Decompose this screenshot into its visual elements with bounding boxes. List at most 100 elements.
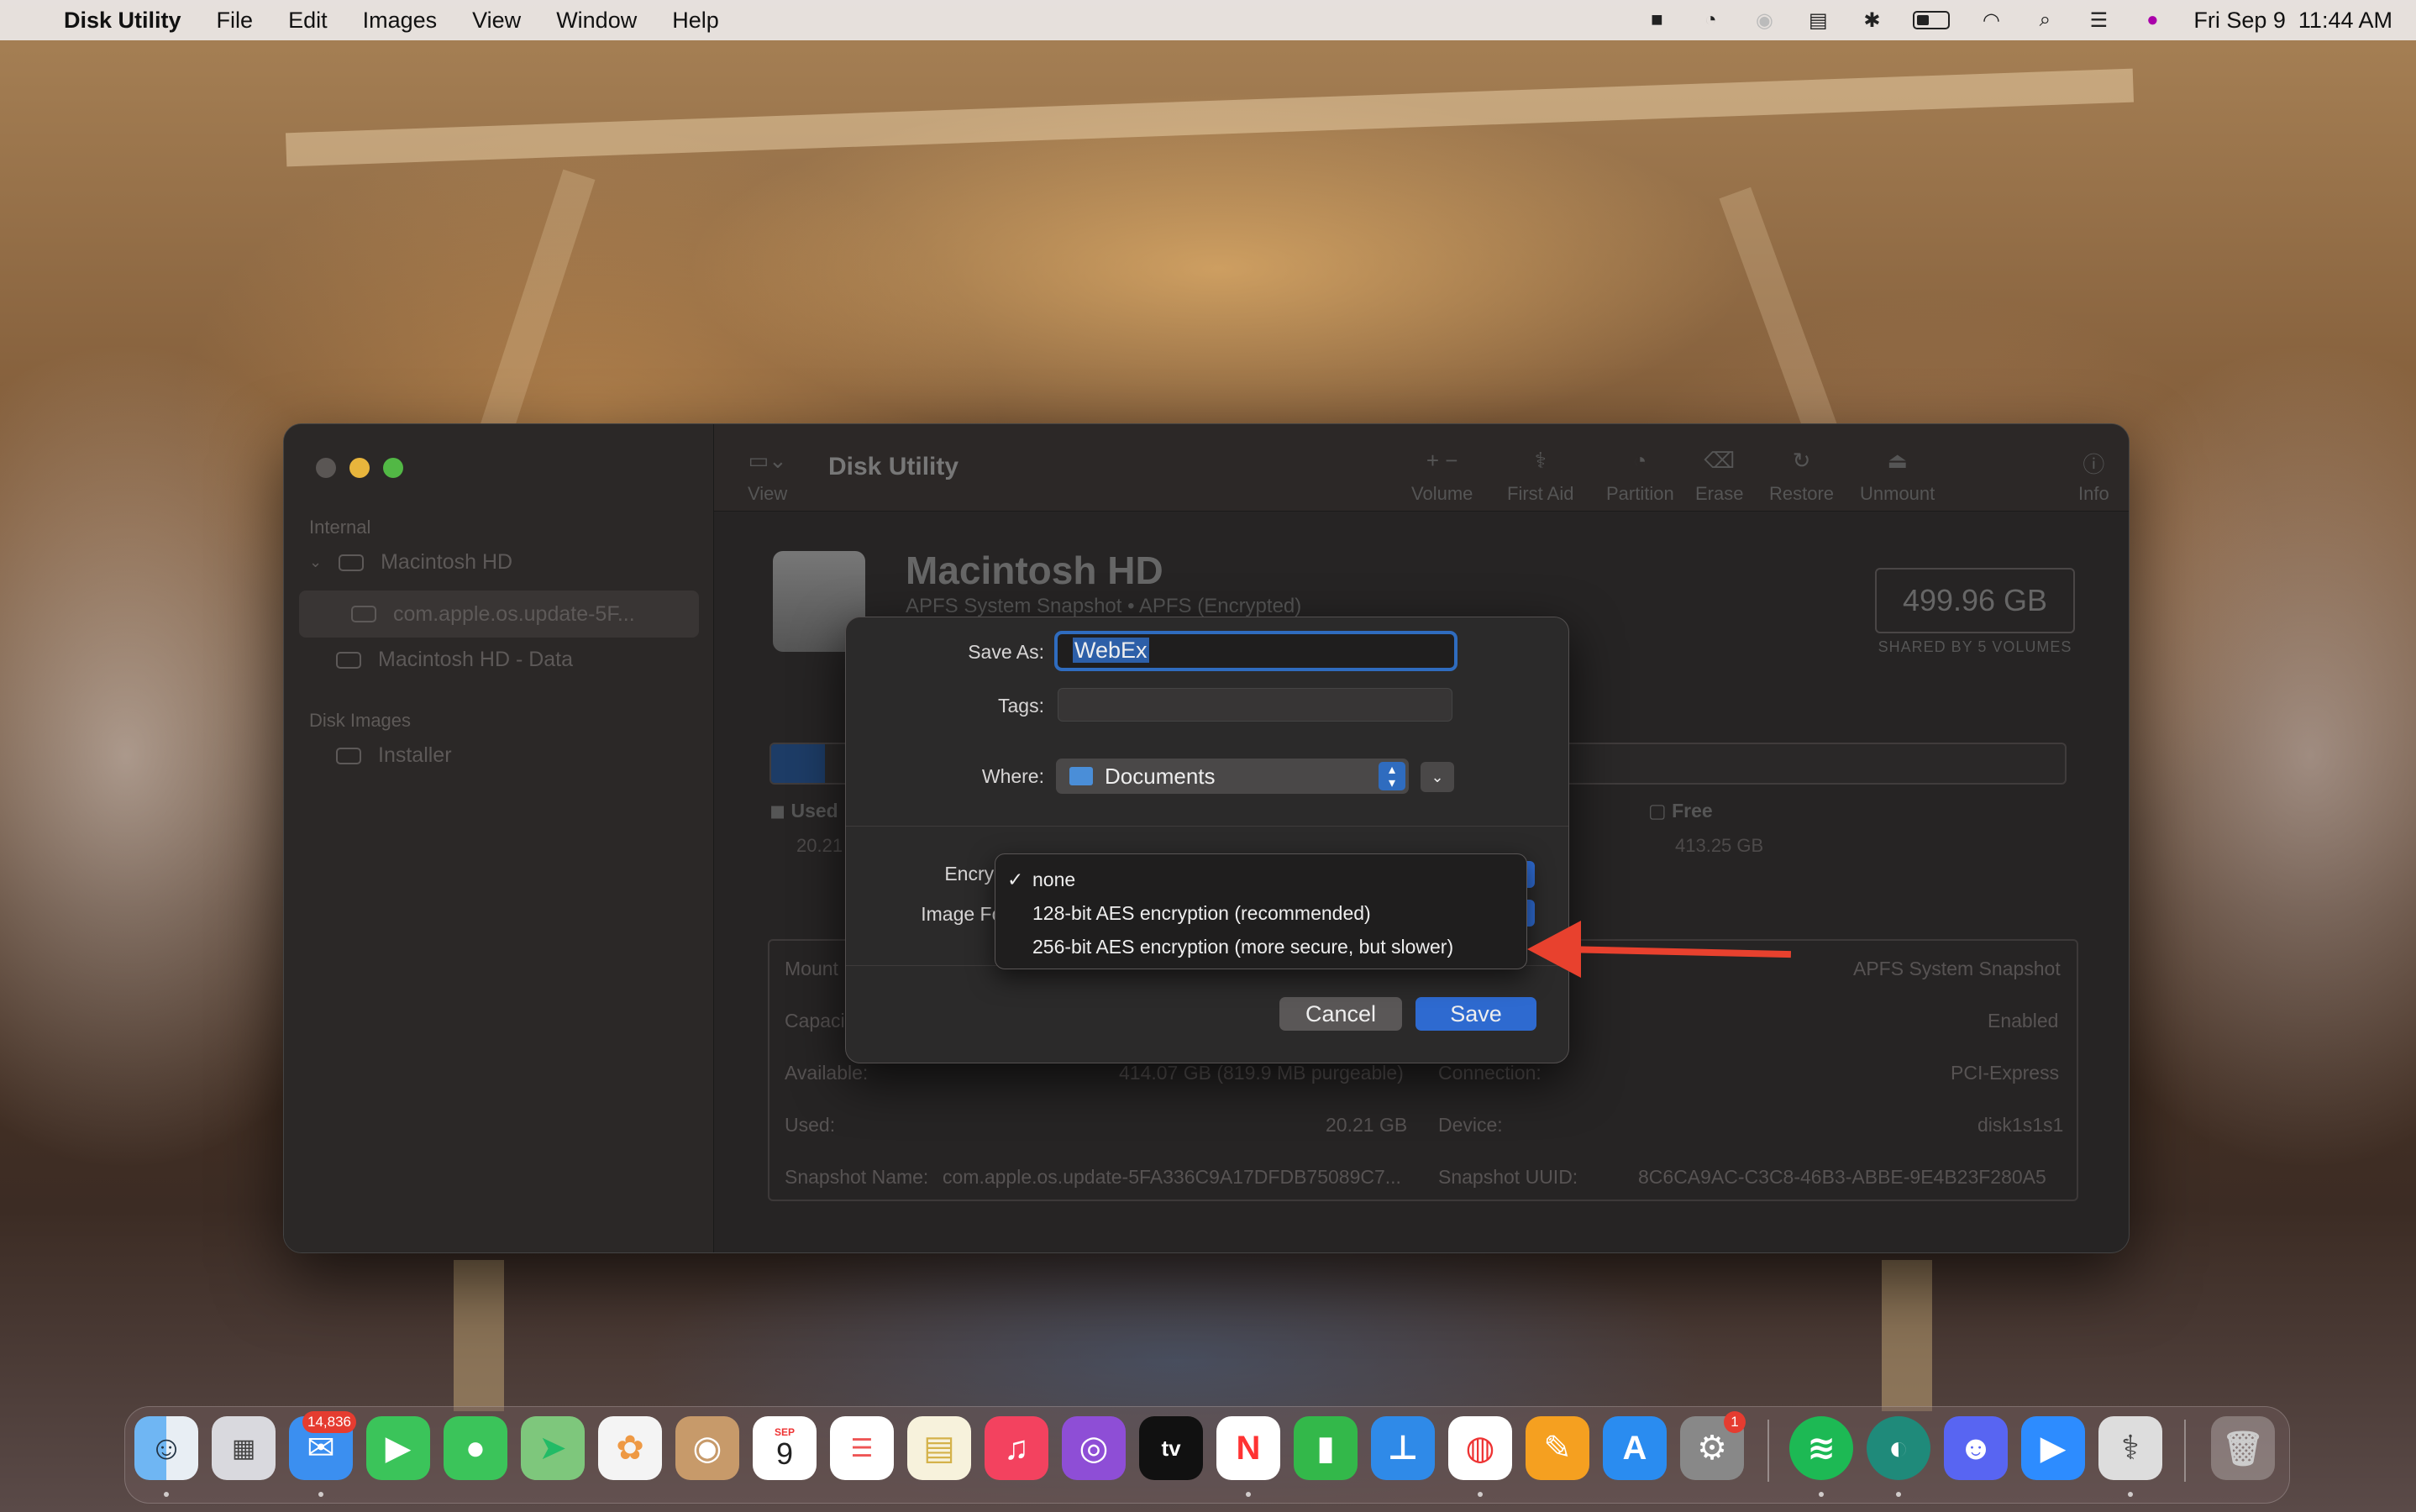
partition-label: Partition	[1606, 483, 1674, 504]
running-indicator	[1896, 1492, 1901, 1497]
chrome-icon[interactable]: ◍	[1448, 1416, 1512, 1480]
info-label: Info	[2078, 483, 2109, 504]
used-legend-value: 20.21	[796, 835, 843, 856]
podcasts-icon[interactable]: ◎	[1062, 1416, 1126, 1480]
menu-file[interactable]: File	[217, 8, 254, 34]
music-icon[interactable]: ♫	[985, 1416, 1048, 1480]
checkmark-icon: ✓	[1007, 869, 1024, 890]
news-icon[interactable]: N	[1216, 1416, 1280, 1480]
sidebar-item-snapshot[interactable]: com.apple.os.update-5F...	[299, 591, 699, 638]
restore-label: Restore	[1769, 483, 1835, 504]
sidebar-section-internal: Internal	[309, 517, 371, 538]
expand-button[interactable]: ⌄	[1421, 762, 1454, 792]
messages-icon[interactable]: ●	[444, 1416, 507, 1480]
folder-icon	[1069, 767, 1093, 785]
sidebar-toggle-icon: ▭⌄	[748, 448, 787, 473]
available-label: Available:	[785, 1062, 869, 1084]
settings-badge: 1	[1724, 1411, 1746, 1433]
finder-icon[interactable]: ☺	[134, 1416, 198, 1480]
creative-cloud-icon[interactable]: ◔	[1698, 8, 1723, 31]
calendar-icon[interactable]: ▤	[1805, 9, 1830, 32]
restore-button[interactable]: ↻ Restore	[1769, 448, 1834, 505]
encryption-option-none[interactable]: ✓ none	[995, 863, 1526, 896]
view-button[interactable]: ▭⌄ View	[748, 448, 787, 505]
snapshot-uuid-label: Snapshot UUID:	[1438, 1166, 1578, 1188]
menu-app-name[interactable]: Disk Utility	[64, 8, 181, 34]
minimize-button[interactable]	[349, 458, 370, 478]
spotlight-icon[interactable]: ⌕	[2032, 8, 2057, 31]
battery-icon[interactable]	[1913, 11, 1951, 29]
menu-clock[interactable]: Fri Sep 9 11:44 AM	[2193, 8, 2392, 34]
menu-help[interactable]: Help	[672, 8, 719, 34]
save-as-input[interactable]: WebEx	[1054, 631, 1457, 671]
unmount-label: Unmount	[1860, 483, 1935, 504]
eraser-icon: ⌫	[1704, 448, 1736, 473]
zoom-icon[interactable]: ▶	[2021, 1416, 2085, 1480]
erase-label: Erase	[1695, 483, 1744, 504]
notes-icon[interactable]: ▤	[907, 1416, 971, 1480]
menu-edit[interactable]: Edit	[288, 8, 328, 34]
unmount-button[interactable]: ⏏ Unmount	[1860, 448, 1935, 505]
keynote-icon[interactable]: ⊥	[1371, 1416, 1435, 1480]
save-as-value: WebEx	[1073, 638, 1149, 663]
trash-icon[interactable]: 🗑	[2211, 1416, 2275, 1480]
menu-images[interactable]: Images	[363, 8, 438, 34]
reminders-icon[interactable]: ☰	[830, 1416, 894, 1480]
zoom-button[interactable]	[383, 458, 403, 478]
pages-icon[interactable]: ✎	[1526, 1416, 1589, 1480]
used-legend-label: Used	[790, 800, 838, 822]
volume-button[interactable]: + − Volume	[1411, 448, 1473, 505]
info-button[interactable]: ⓘ Info	[2078, 448, 2109, 505]
activity-icon[interactable]: ◉	[1752, 9, 1777, 32]
sidebar-item-macintosh-hd[interactable]: ⌄ Macintosh HD	[309, 550, 512, 575]
disk-icon	[336, 747, 361, 764]
where-value: Documents	[1105, 763, 1216, 789]
sidebar-item-data[interactable]: Macintosh HD - Data	[336, 648, 573, 672]
menu-view[interactable]: View	[472, 8, 521, 34]
screen-record-icon[interactable]: ■	[1644, 8, 1669, 31]
calendar-app-icon[interactable]: SEP 9	[753, 1416, 817, 1480]
sidebar-item-label: Installer	[378, 743, 452, 767]
disk-icon	[336, 651, 361, 669]
control-center-icon[interactable]: ☰	[2086, 9, 2111, 32]
wifi-icon[interactable]: ◠	[1978, 9, 2004, 32]
cancel-button[interactable]: Cancel	[1279, 997, 1402, 1031]
maps-icon[interactable]: ➤	[521, 1416, 585, 1480]
partition-button[interactable]: ◔ Partition	[1606, 448, 1674, 505]
first-aid-button[interactable]: ⚕ First Aid	[1507, 448, 1573, 505]
window-controls	[316, 458, 403, 478]
siri-icon[interactable]: ●	[2140, 8, 2165, 31]
erase-button[interactable]: ⌫ Erase	[1695, 448, 1743, 505]
device-label: Device:	[1438, 1114, 1503, 1136]
edge-icon[interactable]: ◐	[1867, 1416, 1930, 1480]
usage-bar-used	[771, 744, 825, 783]
save-as-label: Save As:	[968, 641, 1044, 663]
sidebar-section-disk-images: Disk Images	[309, 710, 412, 731]
launchpad-icon[interactable]: ▦	[212, 1416, 276, 1480]
close-button[interactable]	[316, 458, 336, 478]
encryption-option-256[interactable]: 256-bit AES encryption (more secure, but…	[995, 930, 1526, 963]
discord-icon[interactable]: ☻	[1944, 1416, 2008, 1480]
facetime-icon[interactable]: ▶	[366, 1416, 430, 1480]
spotify-icon[interactable]: ≋	[1789, 1416, 1853, 1480]
tags-input[interactable]	[1058, 688, 1452, 722]
bluetooth-icon[interactable]: ✱	[1859, 9, 1884, 32]
free-legend-value: 413.25 GB	[1675, 835, 1764, 856]
numbers-icon[interactable]: ▮	[1294, 1416, 1358, 1480]
shared-volumes-label: SHARED BY 5 VOLUMES	[1878, 638, 2072, 655]
app-store-icon[interactable]: A	[1603, 1416, 1667, 1480]
where-popup[interactable]: Documents ▴ ▾	[1056, 759, 1409, 794]
available-value: 414.07 GB (819.9 MB purgeable)	[1119, 1062, 1404, 1084]
connection-label: Connection:	[1438, 1062, 1542, 1084]
menu-window[interactable]: Window	[556, 8, 637, 34]
disk-utility-app-icon[interactable]: ⚕	[2098, 1416, 2162, 1480]
plus-minus-icon: + −	[1426, 448, 1458, 473]
encryption-option-128[interactable]: 128-bit AES encryption (recommended)	[995, 896, 1526, 930]
sidebar-item-installer[interactable]: Installer	[336, 743, 452, 768]
contacts-icon[interactable]: ◉	[675, 1416, 739, 1480]
photos-icon[interactable]: ✿	[598, 1416, 662, 1480]
save-button[interactable]: Save	[1415, 997, 1536, 1031]
chevron-down-icon[interactable]: ⌄	[309, 554, 322, 571]
stethoscope-icon: ⚕	[1534, 448, 1547, 473]
tv-icon[interactable]: tv	[1139, 1416, 1203, 1480]
